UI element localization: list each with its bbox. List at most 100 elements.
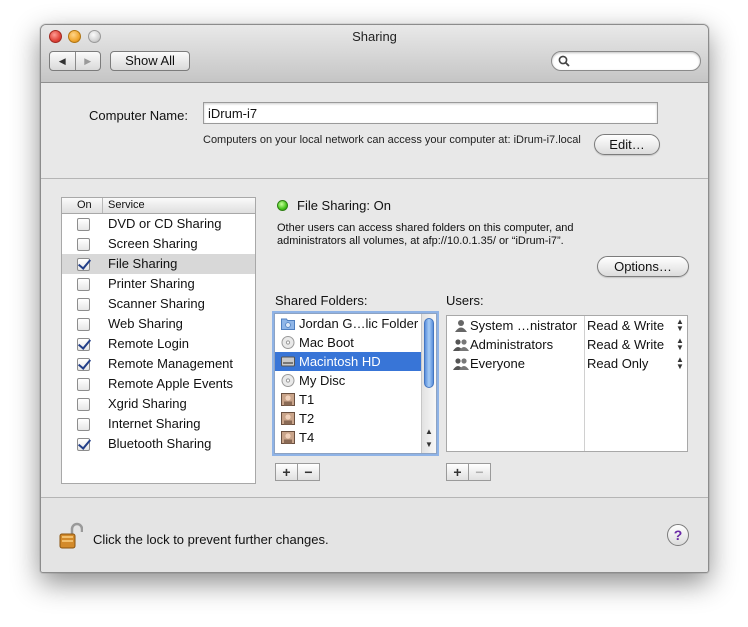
user-privilege-popup[interactable]: Read Only xyxy=(587,356,648,371)
service-label: DVD or CD Sharing xyxy=(108,216,222,231)
service-label: Bluetooth Sharing xyxy=(108,436,212,451)
lock-icon[interactable] xyxy=(59,522,83,550)
scroll-up-arrow-icon[interactable]: ▲ xyxy=(425,427,433,436)
lock-message: Click the lock to prevent further change… xyxy=(93,532,329,547)
shared-folder-row[interactable]: My Disc xyxy=(275,371,436,390)
search-input[interactable] xyxy=(574,53,694,69)
shared-folder-row[interactable]: T4 xyxy=(275,428,436,447)
users-list[interactable]: System …nistrator Read & Write ▲ ▼ Administr… xyxy=(446,315,688,452)
shared-folder-row[interactable]: T1 xyxy=(275,390,436,409)
service-checkbox[interactable] xyxy=(77,218,90,231)
service-checkbox[interactable] xyxy=(77,378,90,391)
users-label: Users: xyxy=(446,293,484,308)
service-checkbox[interactable] xyxy=(77,358,90,371)
title-bar: Sharing ◀ ▶ Show All xyxy=(41,25,708,83)
user-privilege-popup[interactable]: Read & Write xyxy=(587,337,664,352)
shared-folder-row[interactable]: T2 xyxy=(275,409,436,428)
service-checkbox[interactable] xyxy=(77,398,90,411)
service-row[interactable]: Printer Sharing xyxy=(62,274,255,294)
computer-name-section: Computer Name: iDrum-i7 Computers on you… xyxy=(41,83,708,179)
service-row[interactable]: File Sharing xyxy=(62,254,255,274)
scrollbar-thumb[interactable] xyxy=(424,318,434,388)
service-row[interactable]: Remote Apple Events xyxy=(62,374,255,394)
service-checkbox[interactable] xyxy=(77,298,90,311)
scroll-down-arrow-icon[interactable]: ▼ xyxy=(425,440,433,449)
service-label: Internet Sharing xyxy=(108,416,201,431)
service-row[interactable]: Scanner Sharing xyxy=(62,294,255,314)
disk-icon xyxy=(281,374,295,387)
add-folder-button[interactable]: + xyxy=(276,464,297,480)
user-name: System …nistrator xyxy=(470,318,577,333)
service-label: Scanner Sharing xyxy=(108,296,205,311)
service-row[interactable]: Internet Sharing xyxy=(62,414,255,434)
help-button[interactable]: ? xyxy=(667,524,689,546)
shared-folder-label: T4 xyxy=(299,430,315,445)
disk-icon xyxy=(281,336,295,349)
on-column-header[interactable]: On xyxy=(77,199,92,211)
service-row[interactable]: Web Sharing xyxy=(62,314,255,334)
shared-folder-row[interactable]: Jordan G…lic Folder xyxy=(275,314,436,333)
folders-add-remove: + − xyxy=(275,463,320,481)
user-row[interactable]: Everyone Read Only ▲ ▼ xyxy=(447,354,687,373)
service-row[interactable]: Bluetooth Sharing xyxy=(62,434,255,454)
back-button[interactable]: ◀ xyxy=(50,52,75,70)
user-privilege-popup[interactable]: Read & Write xyxy=(587,318,664,333)
service-checkbox[interactable] xyxy=(77,418,90,431)
edit-button[interactable]: Edit… xyxy=(594,134,660,155)
privilege-stepper-icon[interactable]: ▲ ▼ xyxy=(676,356,684,371)
service-label: Printer Sharing xyxy=(108,276,195,291)
user-row[interactable]: System …nistrator Read & Write ▲ ▼ xyxy=(447,316,687,335)
shared-folders-scrollbar[interactable]: ▲ ▼ xyxy=(421,314,436,453)
user-photo-icon xyxy=(281,412,295,425)
service-row[interactable]: Xgrid Sharing xyxy=(62,394,255,414)
service-row[interactable]: DVD or CD Sharing xyxy=(62,214,255,234)
shared-folder-label: Macintosh HD xyxy=(299,354,381,369)
service-row[interactable]: Remote Management xyxy=(62,354,255,374)
user-photo-icon xyxy=(281,431,295,444)
user-name: Everyone xyxy=(470,356,525,371)
service-checkbox[interactable] xyxy=(77,438,90,451)
show-all-button[interactable]: Show All xyxy=(110,51,190,71)
shared-folder-label: Mac Boot xyxy=(299,335,354,350)
remove-user-button[interactable]: − xyxy=(468,464,490,480)
service-row[interactable]: Screen Sharing xyxy=(62,234,255,254)
back-forward-control: ◀ ▶ xyxy=(49,51,101,71)
computer-name-label: Computer Name: xyxy=(89,108,188,123)
shared-folder-row[interactable]: Macintosh HD xyxy=(275,352,436,371)
service-list-header: On Service xyxy=(62,198,255,214)
service-label: Web Sharing xyxy=(108,316,183,331)
add-user-button[interactable]: + xyxy=(447,464,468,480)
shared-folder-label: Jordan G…lic Folder xyxy=(299,316,419,331)
remove-folder-button[interactable]: − xyxy=(297,464,319,480)
forward-button[interactable]: ▶ xyxy=(74,52,101,70)
service-checkbox[interactable] xyxy=(77,278,90,291)
service-checkbox[interactable] xyxy=(77,238,90,251)
file-sharing-status: File Sharing: On xyxy=(297,198,391,213)
service-row[interactable]: Remote Login xyxy=(62,334,255,354)
search-field[interactable] xyxy=(551,51,701,71)
privilege-stepper-icon[interactable]: ▲ ▼ xyxy=(676,337,684,352)
sharing-window: Sharing ◀ ▶ Show All Computer Name: iDru… xyxy=(40,24,709,573)
user-photo-icon xyxy=(281,393,295,406)
service-label: Remote Login xyxy=(108,336,189,351)
file-sharing-description: Other users can access shared folders on… xyxy=(277,222,574,247)
computer-name-field[interactable]: iDrum-i7 xyxy=(203,102,658,124)
group-icon xyxy=(453,357,469,370)
service-label: Screen Sharing xyxy=(108,236,198,251)
group-icon xyxy=(453,338,469,351)
privilege-stepper-icon[interactable]: ▲ ▼ xyxy=(676,318,684,333)
shared-folder-label: T1 xyxy=(299,392,315,407)
service-column-header[interactable]: Service xyxy=(102,198,145,213)
shared-folders-list[interactable]: Jordan G…lic Folder Mac Boot Macintosh HD M… xyxy=(274,313,437,454)
folder-icon xyxy=(281,317,295,330)
service-checkbox[interactable] xyxy=(77,338,90,351)
service-checkbox[interactable] xyxy=(77,258,90,271)
service-checkbox[interactable] xyxy=(77,318,90,331)
computer-name-note: Computers on your local network can acce… xyxy=(203,134,581,146)
options-button[interactable]: Options… xyxy=(597,256,689,277)
hard-drive-icon xyxy=(281,355,295,368)
service-label: Remote Apple Events xyxy=(108,376,234,391)
user-row[interactable]: Administrators Read & Write ▲ ▼ xyxy=(447,335,687,354)
shared-folder-row[interactable]: Mac Boot xyxy=(275,333,436,352)
service-label: Remote Management xyxy=(108,356,234,371)
